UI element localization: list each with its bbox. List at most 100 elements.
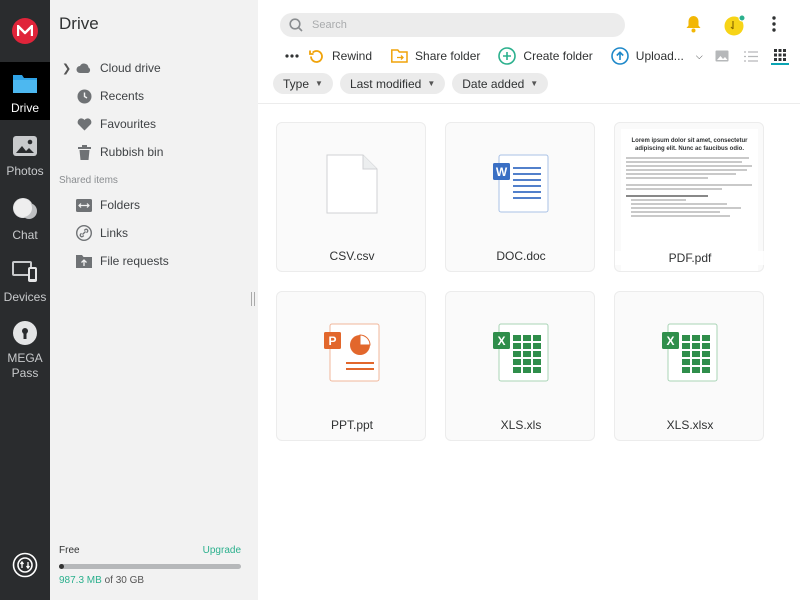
upload-label: Upload... bbox=[635, 49, 684, 63]
lock-icon bbox=[13, 321, 37, 345]
file-thumbnail: X bbox=[615, 292, 765, 414]
link-icon bbox=[75, 224, 93, 242]
sidebar-item-label: Cloud drive bbox=[100, 61, 161, 75]
filter-date-added[interactable]: Date added ▼ bbox=[452, 73, 549, 94]
rail-devices-label: Devices bbox=[3, 290, 47, 304]
mega-logo[interactable] bbox=[12, 18, 38, 44]
file-card[interactable]: W DOC.doc bbox=[445, 122, 595, 272]
plus-circle-icon bbox=[498, 47, 517, 65]
sidebar-item-recents[interactable]: Recents bbox=[75, 86, 144, 106]
sidebar-resize-handle[interactable] bbox=[251, 292, 255, 306]
section-title: Drive bbox=[59, 14, 99, 33]
sidebar-item-cloud-drive[interactable]: Cloud drive bbox=[75, 58, 161, 78]
file-card[interactable]: CSV.csv bbox=[276, 122, 426, 272]
chevron-down-icon[interactable]: ⌵ bbox=[696, 51, 703, 62]
divider bbox=[258, 103, 800, 104]
storage-widget: Free Upgrade 987.3 MB of 30 GB bbox=[59, 545, 241, 586]
svg-text:X: X bbox=[666, 334, 674, 348]
rail-mega-label: MEGA bbox=[7, 351, 43, 365]
rail-devices[interactable]: Devices bbox=[0, 259, 50, 305]
grid-view-icon[interactable] bbox=[771, 47, 789, 65]
file-card[interactable]: X XLS.xlsx bbox=[614, 291, 764, 441]
sidebar-item-shared-folders[interactable]: Folders bbox=[75, 195, 140, 215]
generic-file-icon bbox=[326, 154, 378, 214]
nav-rail: Drive Photos Chat Devices MEGA Pass bbox=[0, 0, 50, 600]
bell-icon[interactable] bbox=[683, 14, 703, 34]
search-input[interactable]: Search bbox=[312, 19, 347, 31]
toolbar: Rewind Share folder Create folder Upload… bbox=[285, 45, 721, 67]
transfer-icon[interactable] bbox=[12, 552, 38, 578]
powerpoint-file-icon: P bbox=[324, 323, 380, 382]
sidebar-item-links[interactable]: Links bbox=[75, 223, 128, 243]
storage-usage: 987.3 MB of 30 GB bbox=[59, 575, 241, 586]
file-name: PDF.pdf bbox=[615, 251, 765, 265]
file-name: DOC.doc bbox=[496, 249, 546, 263]
chevron-down-icon: ▼ bbox=[315, 79, 323, 88]
rail-drive-label: Drive bbox=[10, 101, 39, 115]
folder-icon bbox=[13, 75, 37, 93]
storage-bar-fill bbox=[59, 564, 65, 569]
create-folder-label: Create folder bbox=[523, 49, 593, 63]
excel-file-icon: X bbox=[662, 323, 718, 382]
more-horizontal-icon[interactable] bbox=[285, 54, 299, 58]
shared-folder-icon bbox=[75, 196, 93, 214]
share-folder-button[interactable]: Share folder bbox=[390, 47, 480, 65]
rail-chat-label: Chat bbox=[12, 228, 38, 242]
filter-last-modified[interactable]: Last modified ▼ bbox=[339, 73, 446, 94]
rail-chat[interactable]: Chat bbox=[0, 197, 50, 243]
share-folder-icon bbox=[390, 47, 408, 65]
file-card[interactable]: Lorem ipsum dolor sit amet, consectetur … bbox=[614, 122, 765, 272]
file-name: XLS.xls bbox=[500, 418, 542, 432]
sidebar-item-label: Links bbox=[100, 226, 129, 240]
sidebar-item-label: Rubbish bin bbox=[100, 145, 164, 159]
file-thumbnail: P bbox=[277, 292, 427, 414]
file-card[interactable]: X XLS.xls bbox=[445, 291, 595, 441]
svg-text:W: W bbox=[496, 165, 508, 179]
more-vertical-icon[interactable] bbox=[764, 14, 784, 34]
upgrade-link[interactable]: Upgrade bbox=[203, 545, 241, 556]
svg-text:P: P bbox=[328, 334, 336, 348]
sidebar-item-label: Folders bbox=[100, 198, 141, 212]
rail-photos[interactable]: Photos bbox=[0, 135, 50, 179]
file-card[interactable]: P PPT.ppt bbox=[276, 291, 426, 441]
sidebar-item-favourites[interactable]: Favourites bbox=[75, 114, 156, 134]
sidebar-item-label: File requests bbox=[100, 254, 169, 268]
rewind-button[interactable]: Rewind bbox=[307, 47, 372, 65]
filter-type[interactable]: Type ▼ bbox=[273, 73, 333, 94]
shared-items-heading: Shared items bbox=[59, 175, 118, 186]
list-view-icon[interactable] bbox=[742, 47, 760, 65]
svg-text:X: X bbox=[497, 334, 505, 348]
rail-photos-label: Photos bbox=[6, 164, 44, 178]
media-view-icon[interactable] bbox=[713, 47, 731, 65]
rail-mega-pass[interactable]: MEGA Pass bbox=[0, 320, 50, 381]
sidebar: Drive ❯ Cloud drive Recents Favourites R… bbox=[50, 0, 258, 600]
sidebar-item-label: Favourites bbox=[100, 117, 157, 131]
sidebar-item-label: Recents bbox=[100, 89, 145, 103]
chevron-right-icon[interactable]: ❯ bbox=[62, 62, 71, 75]
storage-total: of 30 GB bbox=[101, 575, 145, 586]
file-name: XLS.xlsx bbox=[666, 418, 714, 432]
filter-label: Last modified bbox=[349, 76, 422, 91]
view-switcher bbox=[713, 47, 800, 65]
file-thumbnail: W bbox=[446, 123, 596, 245]
search-bar[interactable]: Search bbox=[280, 13, 625, 37]
storage-used-amount: 987.3 MB bbox=[59, 575, 102, 586]
upload-icon bbox=[610, 47, 629, 65]
rail-pass-label: Pass bbox=[11, 366, 39, 380]
cloud-icon bbox=[75, 59, 93, 77]
file-name: PPT.ppt bbox=[330, 418, 374, 432]
word-file-icon: W bbox=[493, 154, 549, 213]
avatar[interactable] bbox=[724, 14, 746, 36]
upload-button[interactable]: Upload... ⌵ bbox=[610, 47, 703, 65]
heart-icon bbox=[75, 115, 93, 133]
pdf-preview-title: Lorem ipsum dolor sit amet, consectetur … bbox=[631, 138, 748, 152]
sidebar-item-rubbish-bin[interactable]: Rubbish bin bbox=[75, 142, 163, 162]
file-request-icon bbox=[75, 252, 93, 270]
excel-file-icon: X bbox=[493, 323, 549, 382]
filter-label: Date added bbox=[462, 76, 525, 91]
share-folder-label: Share folder bbox=[415, 49, 481, 63]
rail-drive[interactable]: Drive bbox=[0, 62, 50, 120]
trash-icon bbox=[75, 143, 93, 161]
sidebar-item-file-requests[interactable]: File requests bbox=[75, 251, 169, 271]
create-folder-button[interactable]: Create folder bbox=[498, 47, 593, 65]
